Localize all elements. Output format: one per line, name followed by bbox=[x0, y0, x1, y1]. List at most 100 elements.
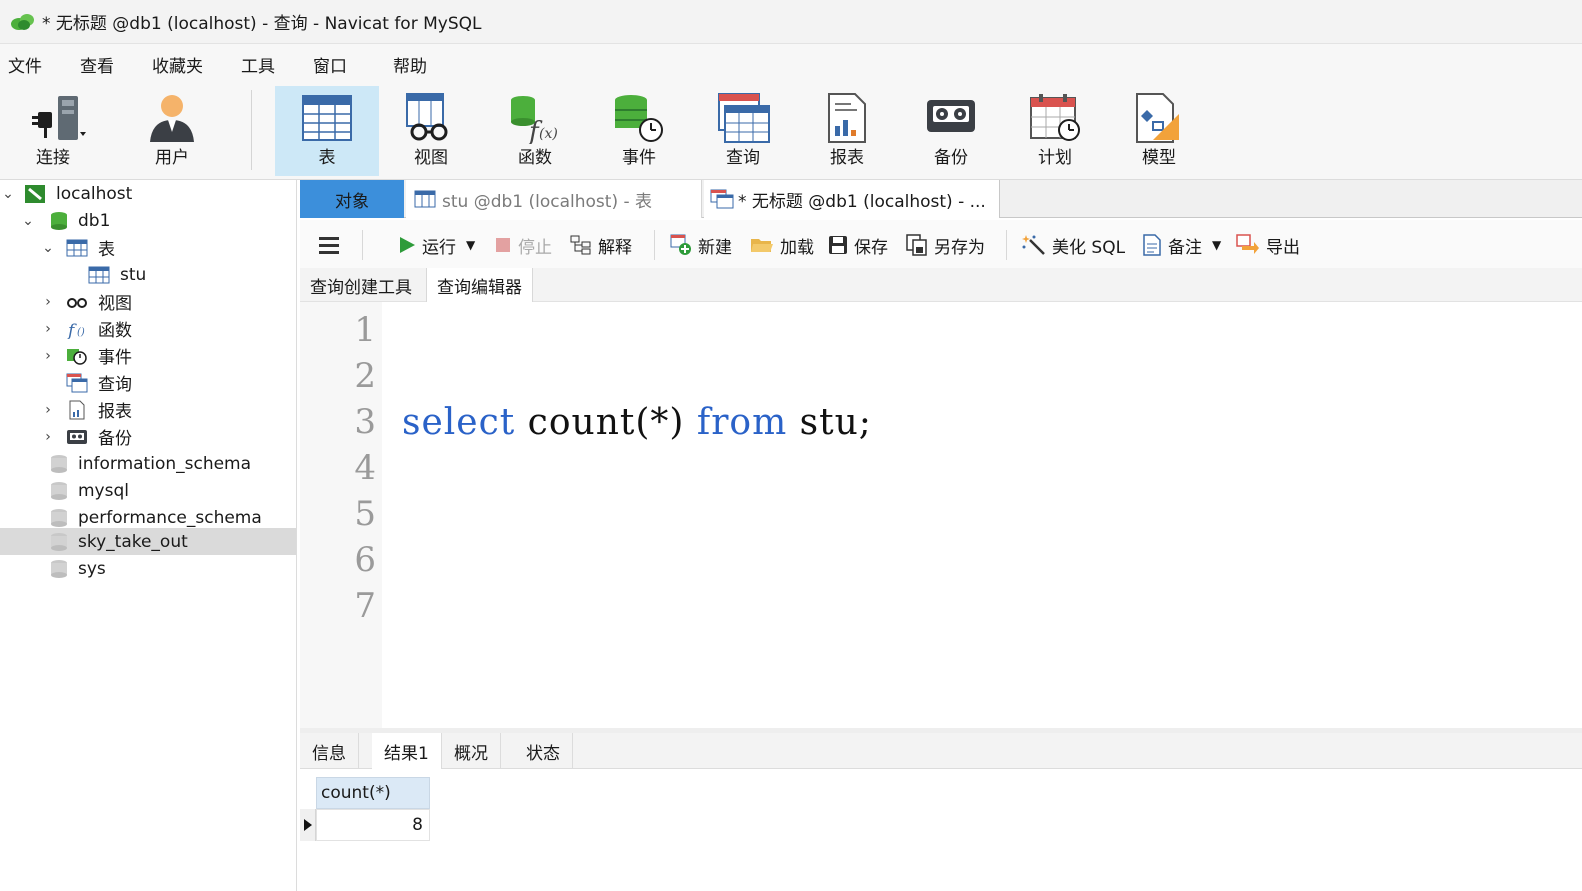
column-header-count[interactable]: count(*) bbox=[316, 777, 430, 809]
database-icon bbox=[51, 559, 67, 578]
chevron-right-icon[interactable]: › bbox=[42, 402, 54, 418]
backup-label: 备份 bbox=[934, 148, 968, 168]
function-button[interactable]: f (x) 函数 bbox=[483, 86, 587, 176]
tree-folder-queries[interactable]: 查询 bbox=[0, 369, 296, 396]
connect-label: 连接 bbox=[36, 148, 70, 168]
current-row-indicator[interactable] bbox=[300, 809, 316, 841]
load-button[interactable]: 加载 bbox=[750, 232, 814, 258]
model-label: 模型 bbox=[1142, 148, 1176, 168]
tab-query-builder[interactable]: 查询创建工具 bbox=[300, 268, 422, 302]
tree-database-sys[interactable]: sys bbox=[0, 555, 296, 582]
line-number: 7 bbox=[354, 586, 376, 626]
stop-button[interactable]: 停止 bbox=[494, 232, 552, 258]
schedule-button[interactable]: 计划 bbox=[1003, 86, 1107, 176]
chevron-right-icon[interactable]: › bbox=[42, 321, 54, 337]
tree-folder-backups[interactable]: › 备份 bbox=[0, 423, 296, 450]
save-button[interactable]: 保存 bbox=[828, 232, 888, 258]
chevron-right-icon[interactable]: › bbox=[42, 294, 54, 310]
chevron-down-icon[interactable]: ⌄ bbox=[2, 186, 14, 202]
view-button[interactable]: 视图 bbox=[379, 86, 483, 176]
result-tabs: 信息 结果1 概况 状态 bbox=[300, 733, 1582, 769]
tree-database-mysql[interactable]: mysql bbox=[0, 477, 296, 504]
schedule-label: 计划 bbox=[1038, 148, 1072, 168]
tree-folder-reports[interactable]: › 报表 bbox=[0, 396, 296, 423]
menu-view[interactable]: 查看 bbox=[72, 52, 122, 77]
table-button[interactable]: 表 bbox=[275, 86, 379, 176]
query-icon bbox=[710, 189, 734, 209]
chevron-down-icon[interactable]: ⌄ bbox=[22, 213, 34, 229]
query-button[interactable]: 查询 bbox=[691, 86, 795, 176]
tree-database-performance-schema[interactable]: performance_schema bbox=[0, 504, 296, 531]
menu-file[interactable]: 文件 bbox=[0, 52, 50, 77]
export-button[interactable]: 导出 bbox=[1236, 232, 1300, 258]
tab-result1[interactable]: 结果1 bbox=[372, 733, 442, 769]
tab-query-untitled[interactable]: * 无标题 @db1 (localhost) - ... bbox=[704, 180, 1000, 218]
tree-folder-views[interactable]: › 视图 bbox=[0, 288, 296, 315]
sql-code-table: stu; bbox=[787, 402, 872, 443]
line-number: 1 bbox=[354, 310, 376, 350]
sql-keyword-from: from bbox=[696, 402, 788, 443]
database-icon bbox=[51, 481, 67, 500]
event-icon bbox=[67, 348, 87, 365]
menu-tools[interactable]: 工具 bbox=[233, 52, 283, 77]
toolbar-separator bbox=[362, 230, 363, 260]
hamburger-menu-button[interactable] bbox=[318, 232, 340, 258]
tree-table-stu[interactable]: stu bbox=[0, 261, 296, 288]
tab-info[interactable]: 信息 bbox=[300, 733, 359, 769]
run-dropdown-arrow-icon[interactable]: ▼ bbox=[466, 238, 475, 252]
tree-folder-functions[interactable]: › f () 函数 bbox=[0, 315, 296, 342]
table-label: 表 bbox=[318, 148, 336, 168]
chevron-down-icon[interactable]: ⌄ bbox=[42, 240, 54, 256]
comment-button[interactable]: 备注 ▼ bbox=[1142, 232, 1221, 258]
line-number: 5 bbox=[354, 494, 376, 534]
view-icon bbox=[406, 93, 448, 141]
connection-plug-icon bbox=[32, 96, 86, 140]
backup-button[interactable]: 备份 bbox=[899, 86, 1003, 176]
model-button[interactable]: 模型 bbox=[1107, 86, 1211, 176]
sql-editor[interactable]: 1 2 3 4 5 6 7 select count(*) from stu; bbox=[300, 302, 1582, 728]
report-button[interactable]: 报表 bbox=[795, 86, 899, 176]
connection-icon bbox=[25, 184, 45, 203]
new-query-label: 新建 bbox=[698, 237, 732, 258]
sql-code-line[interactable]: select count(*) from stu; bbox=[402, 402, 872, 443]
save-as-icon bbox=[906, 234, 927, 256]
beautify-sql-button[interactable]: 美化 SQL bbox=[1022, 232, 1125, 258]
tree-connection-localhost[interactable]: ⌄ localhost bbox=[0, 180, 296, 207]
tab-status[interactable]: 状态 bbox=[514, 733, 573, 769]
tree-label-functions: 函数 bbox=[98, 321, 132, 341]
menu-bar: 文件 查看 收藏夹 工具 窗口 帮助 bbox=[0, 44, 1582, 84]
tree-folder-tables[interactable]: ⌄ 表 bbox=[0, 234, 296, 261]
play-icon bbox=[400, 237, 415, 253]
query-mode-tabs: 查询创建工具 查询编辑器 bbox=[300, 268, 1582, 302]
svg-text:(): () bbox=[77, 327, 85, 338]
report-icon bbox=[69, 400, 85, 419]
tab-query-editor[interactable]: 查询编辑器 bbox=[426, 268, 533, 302]
tab-objects[interactable]: 对象 bbox=[300, 180, 404, 218]
tree-database-information-schema[interactable]: information_schema bbox=[0, 450, 296, 477]
tree-folder-events[interactable]: › 事件 bbox=[0, 342, 296, 369]
tree-database-sky-take-out[interactable]: sky_take_out bbox=[0, 528, 296, 555]
run-button[interactable]: 运行 ▼ bbox=[398, 232, 475, 258]
menu-favorites[interactable]: 收藏夹 bbox=[144, 52, 211, 77]
menu-window[interactable]: 窗口 bbox=[305, 52, 355, 77]
chevron-right-icon[interactable]: › bbox=[42, 348, 54, 364]
tab-objects-label: 对象 bbox=[335, 191, 369, 212]
menu-help[interactable]: 帮助 bbox=[385, 52, 435, 77]
tab-overview[interactable]: 概况 bbox=[442, 733, 501, 769]
ribbon-separator bbox=[251, 90, 252, 170]
tree-label-events: 事件 bbox=[98, 348, 132, 368]
event-button[interactable]: 事件 bbox=[587, 86, 691, 176]
tab-stu-table[interactable]: stu @db1 (localhost) - 表 bbox=[406, 180, 702, 218]
new-query-button[interactable]: 新建 bbox=[670, 232, 732, 258]
comment-dropdown-arrow-icon[interactable]: ▼ bbox=[1212, 238, 1221, 252]
tree-label-tables: 表 bbox=[98, 240, 115, 260]
connect-button[interactable]: 连接 bbox=[6, 86, 110, 176]
tree-database-db1[interactable]: ⌄ db1 bbox=[0, 207, 296, 234]
save-as-button[interactable]: 另存为 bbox=[906, 232, 985, 258]
report-label: 报表 bbox=[830, 148, 864, 168]
explain-button[interactable]: 解释 bbox=[570, 232, 632, 258]
result-cell[interactable]: 8 bbox=[316, 809, 430, 841]
user-button[interactable]: 用户 bbox=[120, 86, 224, 176]
chevron-right-icon[interactable]: › bbox=[42, 429, 54, 445]
backup-icon bbox=[67, 429, 87, 444]
